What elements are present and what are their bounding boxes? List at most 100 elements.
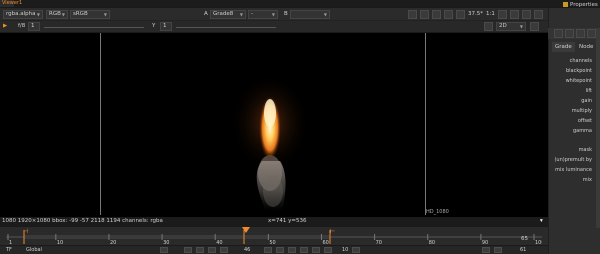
knob-lift: lift	[585, 88, 592, 94]
channel-mode-select[interactable]: RGB ▼	[46, 10, 68, 19]
skip-back-icon[interactable]	[324, 247, 332, 253]
expand-icon[interactable]: ▾	[540, 217, 543, 226]
tab-viewer[interactable]: Viewer1	[0, 0, 22, 7]
timeline-tick-label: 1	[9, 240, 12, 244]
step-increment[interactable]: 10	[342, 246, 348, 254]
pixel-ratio-value[interactable]: 1:1	[486, 11, 495, 17]
knob-mix: mix	[582, 177, 592, 183]
timeline-tick-label: 90	[482, 240, 488, 244]
next-keyframe-icon[interactable]	[300, 247, 308, 253]
chevron-down-icon: ▼	[36, 12, 40, 17]
tab-node[interactable]: Node	[576, 42, 596, 52]
timeline-tick-label: 30	[163, 240, 169, 244]
playhead-icon[interactable]	[242, 227, 250, 235]
transport-bar: TF Global 46 10 61	[0, 246, 548, 254]
play-forward-icon[interactable]	[276, 247, 284, 253]
timeline-tick-label: 60	[322, 240, 328, 244]
frame-field[interactable]: 46	[244, 246, 250, 254]
properties-icon	[563, 2, 568, 7]
gain-field[interactable]: 1	[28, 22, 40, 31]
gamma-field[interactable]: 1	[160, 22, 172, 31]
skip-forward-icon[interactable]	[352, 247, 360, 253]
timeline-tick-label: 10	[57, 240, 63, 244]
chevron-down-icon: ▼	[271, 12, 275, 17]
fps-label: TF	[6, 247, 12, 253]
end-frame-field[interactable]: 61	[520, 246, 526, 254]
tab-grade[interactable]: Grade	[552, 42, 575, 52]
camera-icon[interactable]	[522, 10, 531, 19]
input-b-label: B	[284, 11, 288, 17]
input-b-select[interactable]: ▼	[290, 10, 330, 19]
clip-range-icon[interactable]	[494, 247, 502, 253]
current-frame-display: 65	[521, 236, 528, 242]
first-frame-icon[interactable]	[184, 247, 192, 253]
chevron-down-icon: ▼	[239, 12, 243, 17]
knob-gamma: gamma	[572, 128, 592, 134]
wipe-operator-value: -	[251, 11, 253, 17]
overlay-icon[interactable]	[432, 10, 441, 19]
input-a-value: Grade8	[213, 11, 234, 17]
clip-warning-icon[interactable]	[498, 10, 507, 19]
tab-strip	[0, 0, 600, 7]
channel-mode-value: RGB	[49, 11, 61, 17]
channels-select[interactable]: rgba.alpha ▼	[3, 10, 43, 19]
play-icon[interactable]: ▶	[3, 23, 7, 29]
loop-icon[interactable]	[160, 247, 168, 253]
pause-icon[interactable]	[456, 10, 465, 19]
chevron-down-icon: ▼	[323, 12, 327, 17]
zoom-value[interactable]: 37.5*	[468, 11, 483, 17]
channels-value: rgba.alpha	[6, 11, 36, 17]
last-frame-icon[interactable]	[312, 247, 320, 253]
aspect-icon[interactable]	[510, 10, 519, 19]
input-a-select[interactable]: Grade8 ▼	[210, 10, 246, 19]
proxy-icon[interactable]	[420, 10, 429, 19]
input-a-label: A	[204, 11, 208, 17]
knob-unpremult-by: (un)premult by	[554, 157, 592, 163]
viewer-settings-icon[interactable]	[534, 10, 543, 19]
play-back-icon[interactable]	[220, 247, 228, 253]
knob-blackpoint: blackpoint	[565, 68, 592, 74]
knob-multiply: multiply	[571, 108, 592, 114]
range-end-marker[interactable]: ⊢	[330, 228, 335, 235]
knob-mix-luminance: mix luminance	[555, 167, 592, 173]
node-color-icon[interactable]	[554, 29, 563, 38]
mask-icon[interactable]	[444, 10, 453, 19]
properties-toolbar	[548, 28, 600, 39]
gamma-slider[interactable]	[176, 27, 276, 28]
lock-icon[interactable]	[484, 22, 493, 31]
view-mode-select[interactable]: 2D ▼	[496, 22, 526, 31]
step-forward-icon[interactable]	[288, 247, 296, 253]
roi-icon[interactable]	[408, 10, 417, 19]
viewer-canvas[interactable]: HD_1080	[0, 33, 548, 217]
info-bar: 1080 1920×1080 bbox: -99 -57 2118 1194 c…	[0, 217, 548, 226]
zoom-fit-icon[interactable]	[530, 22, 539, 31]
timeline-ruler[interactable]: 1 10 20 30 40 50 60 70 80 90 100	[6, 230, 542, 244]
viewer-toolbar-bottom: ▶ f/8 1 Y 1 2D ▼	[0, 21, 548, 33]
view-node-icon[interactable]	[565, 29, 574, 38]
display-lut-select[interactable]: sRGB ▼	[70, 10, 110, 19]
gain-slider[interactable]	[44, 27, 144, 28]
knob-gain: gain	[581, 98, 592, 104]
range-start-marker[interactable]: ⊣	[23, 228, 28, 235]
knob-offset: offset	[577, 118, 592, 124]
chevron-down-icon: ▼	[519, 24, 523, 29]
wipe-operator-select[interactable]: - ▼	[248, 10, 278, 19]
fstop-label: f/8	[18, 23, 26, 29]
brush-icon[interactable]	[576, 29, 585, 38]
step-back-icon[interactable]	[208, 247, 216, 253]
display-lut-value: sRGB	[73, 11, 88, 17]
timeline-tick-label: 40	[216, 240, 222, 244]
lock-range-icon[interactable]	[482, 247, 490, 253]
close-icon[interactable]	[587, 29, 596, 38]
properties-scrollbar[interactable]	[596, 28, 600, 228]
knob-channels: channels	[569, 58, 592, 64]
gamma-label: Y	[152, 23, 156, 29]
knob-mask: mask	[578, 147, 592, 153]
chevron-down-icon: ▼	[103, 12, 107, 17]
playback-mode[interactable]: Global	[26, 246, 42, 254]
prev-keyframe-icon[interactable]	[196, 247, 204, 253]
stop-icon[interactable]	[264, 247, 272, 253]
image-info: 1080 1920×1080 bbox: -99 -57 2118 1194 c…	[2, 218, 163, 224]
cursor-coords: x=741 y=536	[268, 218, 307, 224]
chevron-down-icon: ▼	[61, 12, 65, 17]
